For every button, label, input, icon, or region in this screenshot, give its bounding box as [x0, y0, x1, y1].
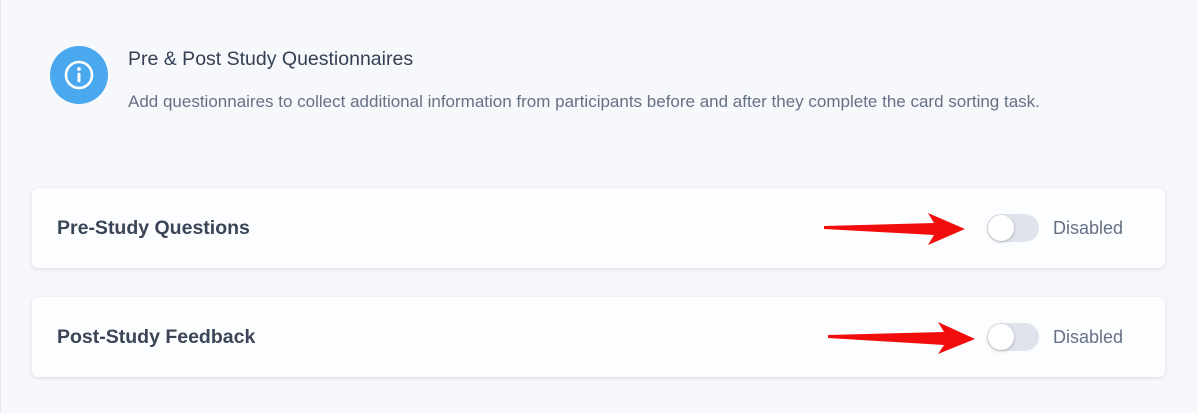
annotation-arrow [828, 322, 975, 354]
toggle-knob [988, 324, 1014, 350]
pre-study-status-label: Disabled [1053, 218, 1124, 238]
post-study-feedback-toggle[interactable] [987, 323, 1039, 351]
toggle-knob [988, 215, 1014, 241]
pre-study-questions-card: Pre-Study Questions Disabled [32, 188, 1165, 268]
post-study-status-label: Disabled [1053, 327, 1124, 347]
info-description: Add questionnaires to collect additional… [128, 92, 1040, 111]
pre-study-questions-toggle[interactable] [987, 214, 1039, 242]
info-icon [50, 46, 108, 104]
panel-left-border [0, 0, 1, 413]
annotation-arrow [824, 213, 965, 245]
post-study-feedback-title: Post-Study Feedback [57, 326, 256, 348]
post-study-feedback-card: Post-Study Feedback Disabled [32, 297, 1165, 377]
pre-study-questions-title: Pre-Study Questions [57, 217, 250, 239]
info-title: Pre & Post Study Questionnaires [128, 48, 414, 70]
